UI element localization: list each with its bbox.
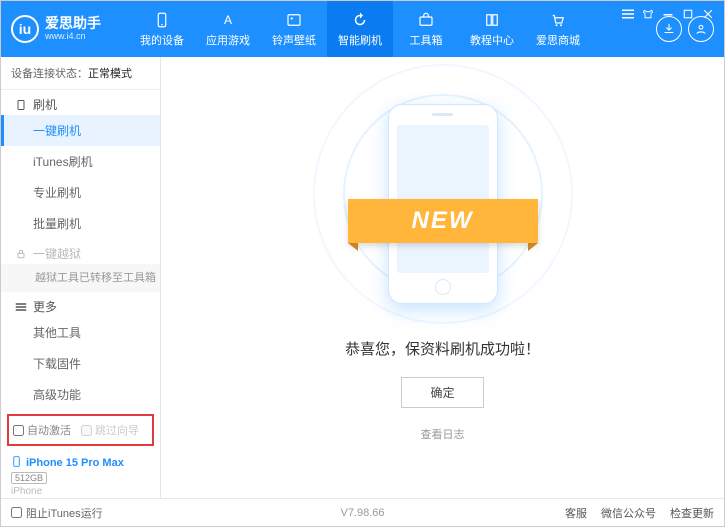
skin-icon[interactable]	[642, 7, 654, 25]
footer-link-wechat[interactable]: 微信公众号	[601, 505, 656, 521]
success-illustration: NEW	[368, 104, 518, 314]
success-message: 恭喜您，保资料刷机成功啦！	[345, 338, 540, 359]
sidebar-item-itunes-flash[interactable]: iTunes刷机	[1, 146, 160, 177]
logo-icon: iu	[11, 15, 39, 43]
sidebar-item-batch-flash[interactable]: 批量刷机	[1, 208, 160, 239]
lock-icon	[15, 248, 27, 260]
nav-store[interactable]: 爱思商城	[525, 1, 591, 57]
svg-text:A: A	[224, 12, 232, 26]
refresh-icon	[351, 11, 369, 29]
book-icon	[483, 11, 501, 29]
flash-icon	[15, 99, 27, 111]
app-url: www.i4.cn	[45, 32, 101, 42]
sidebar-item-advanced[interactable]: 高级功能	[1, 379, 160, 410]
apps-icon: A	[219, 11, 237, 29]
minimize-icon[interactable]	[662, 7, 674, 25]
section-flash[interactable]: 刷机	[1, 90, 160, 115]
nav-tutorials[interactable]: 教程中心	[459, 1, 525, 57]
device-phone-icon	[11, 456, 22, 470]
sidebar: 设备连接状态：正常模式 刷机 一键刷机 iTunes刷机 专业刷机 批量刷机 一…	[1, 57, 161, 498]
jailbreak-note: 越狱工具已转移至工具箱	[1, 264, 160, 292]
cart-icon	[549, 11, 567, 29]
nav-apps-games[interactable]: A 应用游戏	[195, 1, 261, 57]
checkbox-block-itunes[interactable]: 阻止iTunes运行	[11, 505, 103, 521]
sidebar-item-download-firmware[interactable]: 下载固件	[1, 348, 160, 379]
sidebar-item-pro-flash[interactable]: 专业刷机	[1, 177, 160, 208]
status-bar: 阻止iTunes运行 V7.98.66 客服 微信公众号 检查更新	[1, 498, 724, 526]
main-content: NEW 恭喜您，保资料刷机成功啦！ 确定 查看日志	[161, 57, 724, 498]
app-name: 爱思助手	[45, 16, 101, 31]
nav-ringtone-wallpaper[interactable]: 铃声壁纸	[261, 1, 327, 57]
menu-icon[interactable]	[622, 7, 634, 25]
phone-icon	[153, 11, 171, 29]
section-jailbreak: 一键越狱	[1, 239, 160, 264]
version-label: V7.98.66	[340, 507, 384, 519]
nav-toolbox[interactable]: 工具箱	[393, 1, 459, 57]
maximize-icon[interactable]	[682, 7, 694, 25]
checkbox-auto-activate[interactable]: 自动激活	[13, 422, 71, 438]
close-icon[interactable]	[702, 7, 714, 25]
footer-link-update[interactable]: 检查更新	[670, 505, 714, 521]
checkbox-skip-guide[interactable]: 跳过向导	[81, 422, 139, 438]
new-ribbon: NEW	[348, 199, 538, 243]
sidebar-item-oneclick-flash[interactable]: 一键刷机	[1, 115, 160, 146]
nav-smart-flash[interactable]: 智能刷机	[327, 1, 393, 57]
top-nav: 我的设备 A 应用游戏 铃声壁纸 智能刷机 工具箱	[129, 1, 656, 57]
nav-my-device[interactable]: 我的设备	[129, 1, 195, 57]
device-capacity: 512GB	[11, 472, 47, 484]
view-log-link[interactable]: 查看日志	[421, 426, 465, 442]
section-more[interactable]: 更多	[1, 292, 160, 317]
footer-link-support[interactable]: 客服	[565, 505, 587, 521]
image-icon	[285, 11, 303, 29]
ok-button[interactable]: 确定	[401, 377, 483, 408]
sidebar-item-other-tools[interactable]: 其他工具	[1, 317, 160, 348]
device-name: iPhone 15 Pro Max	[26, 457, 124, 469]
toolbox-icon	[417, 11, 435, 29]
connection-status: 设备连接状态：正常模式	[1, 57, 160, 90]
options-highlight-box: 自动激活 跳过向导	[7, 414, 154, 446]
device-model: iPhone	[11, 486, 150, 497]
app-logo: iu 爱思助手 www.i4.cn	[11, 15, 129, 43]
more-icon	[15, 301, 27, 313]
